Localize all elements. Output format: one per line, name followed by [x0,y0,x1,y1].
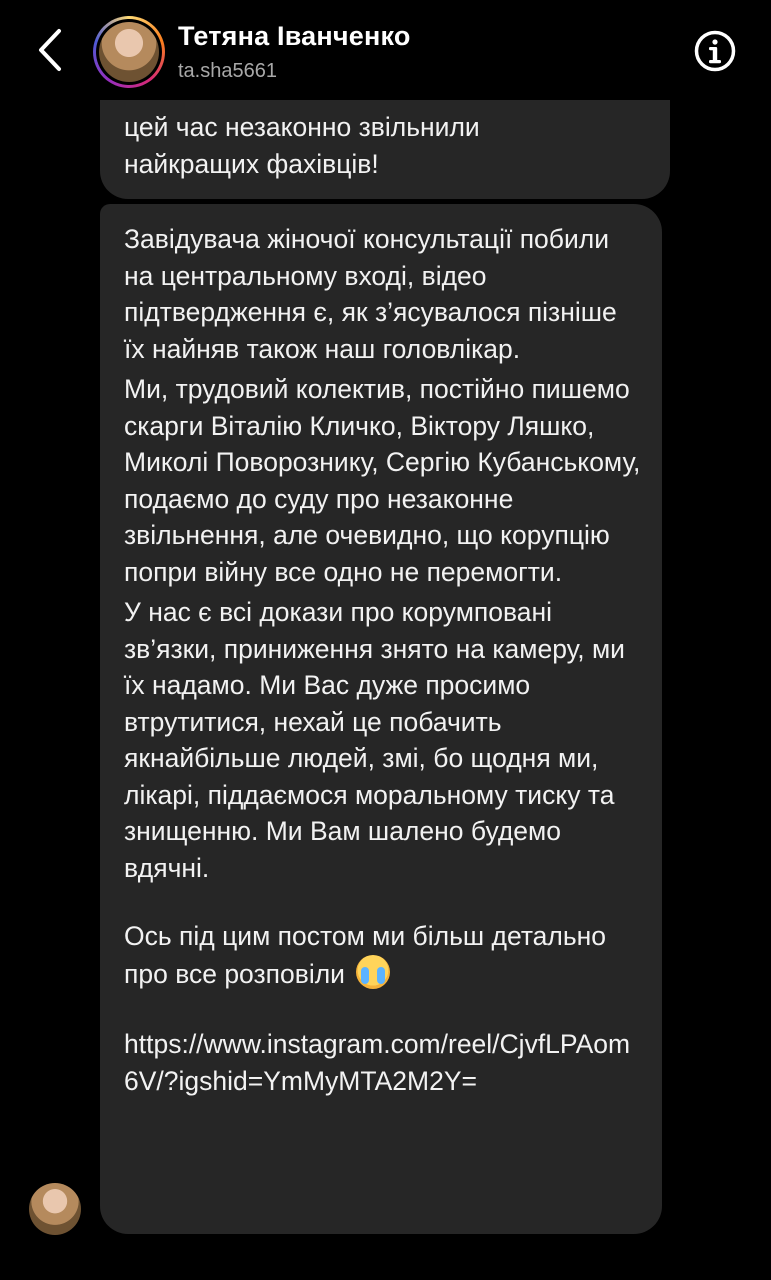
message-paragraph-with-emoji: Ось під цим постом ми більш детально про… [124,918,642,992]
profile-avatar[interactable] [93,16,165,88]
message-paragraph: У нас є всі докази про корумповані зв’яз… [124,597,625,883]
message-link[interactable]: https://www.instagram.com/reel/CjvfLPAom… [124,1026,642,1099]
message-paragraph: Ми, трудовий колектив, постійно пишемо с… [124,374,641,587]
chevron-left-icon [39,29,61,71]
message-line: цей час незаконно звільнили [124,112,480,142]
message-bubble-2[interactable]: Завідувача жіночої консультації побили н… [100,204,662,1234]
chat-header: Тетяна Іванченко ta.sha5661 [0,0,771,100]
crying-face-icon [356,954,391,989]
avatar-image [99,22,159,82]
message-line: найкращих фахівців! [124,148,379,179]
message-paragraph: Завідувача жіночої консультації побили н… [124,224,617,364]
contact-handle: ta.sha5661 [178,60,277,82]
avatar-border [96,19,162,85]
info-button[interactable] [693,29,737,73]
sender-avatar[interactable] [29,1183,81,1235]
contact-name[interactable]: Тетяна Іванченко [178,21,411,52]
back-button[interactable] [30,24,70,76]
info-icon [694,30,736,72]
